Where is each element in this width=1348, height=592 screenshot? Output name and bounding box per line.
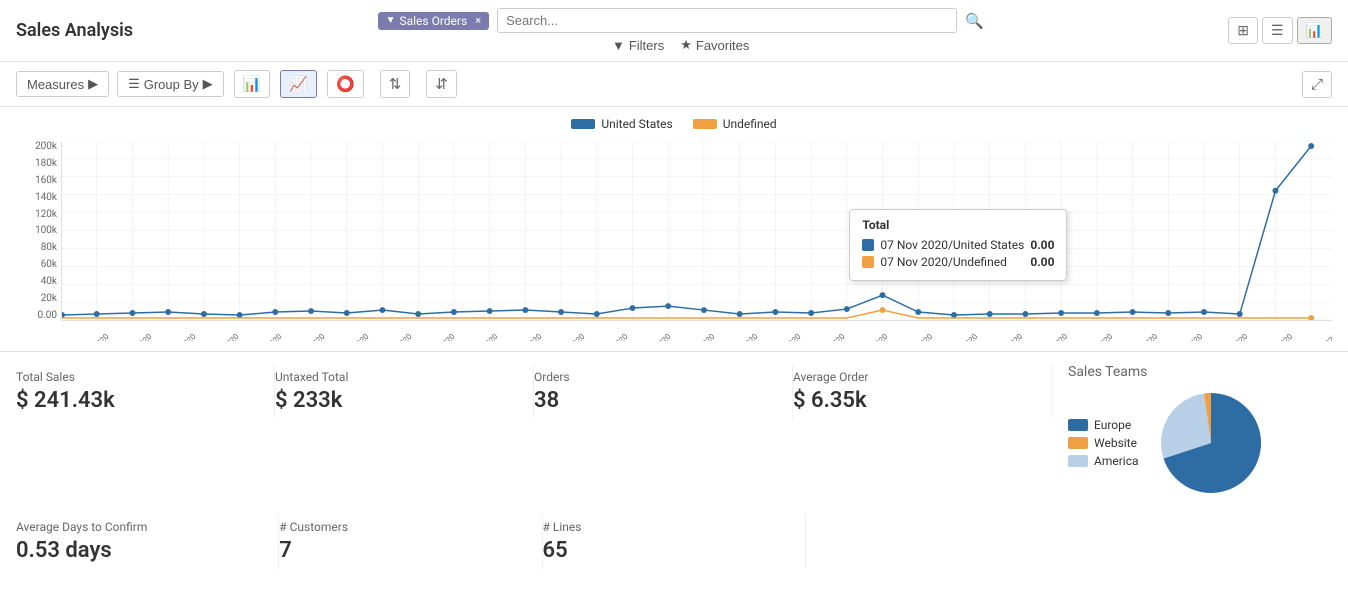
measures-button[interactable]: Measures ▶ <box>16 71 109 97</box>
untaxed-total-value: $ 233k <box>275 388 517 413</box>
metrics-row-1: Total Sales $ 241.43k Untaxed Total $ 23… <box>0 351 1348 510</box>
untaxed-total-label: Untaxed Total <box>275 370 517 384</box>
tooltip-label-us: 07 Nov 2020/United States <box>880 238 1024 252</box>
tooltip-color-us <box>862 239 874 251</box>
avg-days-value: 0.53 days <box>16 538 262 563</box>
view-list-button[interactable]: ☰ <box>1262 17 1293 44</box>
pie-legend-label-america: America <box>1094 454 1139 468</box>
expand-button[interactable]: ⤢ <box>1302 71 1332 98</box>
search-button[interactable]: 🔍 <box>965 12 984 30</box>
chart-legend: United States Undefined <box>16 117 1332 131</box>
pie-chart-button[interactable]: ⭕ <box>327 70 364 98</box>
filter-funnel-icon: ▼ <box>612 38 625 53</box>
customers-label: # Customers <box>279 520 525 534</box>
pie-legend-europe: Europe <box>1068 418 1139 432</box>
tooltip-color-undefined <box>862 256 874 268</box>
filter-tag[interactable]: ▼ Sales Orders × <box>378 12 490 30</box>
avg-days-label: Average Days to Confirm <box>16 520 262 534</box>
tooltip-title: Total <box>862 218 1054 232</box>
metric-customers: # Customers 7 <box>279 514 542 569</box>
pie-area: Europe Website America <box>1068 388 1332 498</box>
sales-teams-block: Sales Teams Europe Website America <box>1052 364 1332 498</box>
chart-svg <box>62 141 1332 320</box>
customers-value: 7 <box>279 538 525 563</box>
filter-icon: ▼ <box>386 15 396 26</box>
tooltip-value-undefined: 0.00 <box>1030 255 1054 269</box>
groupby-chevron-icon: ▶ <box>203 76 213 92</box>
total-sales-value: $ 241.43k <box>16 388 258 413</box>
group-by-button[interactable]: ☰ Group By ▶ <box>117 71 224 97</box>
orders-value: 38 <box>534 388 776 413</box>
pie-legend: Europe Website America <box>1068 418 1139 468</box>
list-icon: ☰ <box>128 76 140 92</box>
orders-label: Orders <box>534 370 776 384</box>
filter-row: ▼ Filters ★ Favorites <box>612 37 749 53</box>
page-title: Sales Analysis <box>16 20 133 41</box>
metric-avg-days: Average Days to Confirm 0.53 days <box>16 514 279 569</box>
legend-color-us <box>571 119 595 129</box>
view-chart-button[interactable]: 📊 <box>1297 17 1332 44</box>
header-center: ▼ Sales Orders × 🔍 ▼ Filters ★ Favorites <box>145 8 1216 53</box>
legend-color-undefined <box>693 119 717 129</box>
line-chart-button[interactable]: 📈 <box>280 70 317 98</box>
sort-asc-button[interactable]: ⇅ <box>380 70 411 98</box>
pie-legend-color-america <box>1068 455 1088 467</box>
sales-teams-title: Sales Teams <box>1068 364 1332 380</box>
legend-label-undefined: Undefined <box>723 117 777 131</box>
lines-value: 65 <box>543 538 789 563</box>
pie-chart-svg <box>1151 388 1271 498</box>
filters-button[interactable]: ▼ Filters <box>612 38 664 53</box>
pie-legend-label-europe: Europe <box>1094 418 1131 432</box>
average-order-value: $ 6.35k <box>793 388 1035 413</box>
metric-untaxed-total: Untaxed Total $ 233k <box>275 364 534 419</box>
tooltip-label-undefined: 07 Nov 2020/Undefined <box>880 255 1006 269</box>
sort-desc-button[interactable]: ⇵ <box>426 70 457 98</box>
total-sales-label: Total Sales <box>16 370 258 384</box>
y-axis: 200k 180k 160k 140k 120k 100k 80k 60k 40… <box>16 141 61 321</box>
bar-chart-button[interactable]: 📊 <box>234 70 271 98</box>
pie-legend-america: America <box>1068 454 1139 468</box>
favorites-button[interactable]: ★ Favorites <box>680 37 749 53</box>
star-icon: ★ <box>680 37 692 53</box>
tooltip-row-undefined: 07 Nov 2020/Undefined 0.00 <box>862 255 1054 269</box>
search-row: ▼ Sales Orders × 🔍 <box>378 8 984 33</box>
chart-container: 200k 180k 160k 140k 120k 100k 80k 60k 40… <box>16 141 1332 341</box>
chart-plot: Total 07 Nov 2020/United States 0.00 07 … <box>61 141 1332 321</box>
metrics-row-2: Average Days to Confirm 0.53 days # Cust… <box>0 510 1348 581</box>
header-right: ⊞ ☰ 📊 <box>1228 17 1332 44</box>
filter-tag-label: Sales Orders <box>399 14 467 28</box>
legend-item-us: United States <box>571 117 672 131</box>
pie-legend-label-website: Website <box>1094 436 1137 450</box>
view-kanban-button[interactable]: ⊞ <box>1228 17 1258 44</box>
measures-chevron-icon: ▶ <box>88 76 98 92</box>
metric-total-sales: Total Sales $ 241.43k <box>16 364 275 419</box>
metric-orders: Orders 38 <box>534 364 793 419</box>
pie-legend-website: Website <box>1068 436 1139 450</box>
tooltip-row-us: 07 Nov 2020/United States 0.00 <box>862 238 1054 252</box>
legend-item-undefined: Undefined <box>693 117 777 131</box>
metric-lines: # Lines 65 <box>543 514 806 569</box>
average-order-label: Average Order <box>793 370 1035 384</box>
lines-label: # Lines <box>543 520 789 534</box>
metric-average-order: Average Order $ 6.35k <box>793 364 1052 419</box>
page-header: Sales Analysis ▼ Sales Orders × 🔍 ▼ Filt… <box>0 0 1348 62</box>
pie-legend-color-europe <box>1068 419 1088 431</box>
tooltip-value-us: 0.00 <box>1030 238 1054 252</box>
x-axis: 13 Oct 2020 14 Oct 2020 15 Oct 2020 16 O… <box>61 321 1332 341</box>
filter-tag-close[interactable]: × <box>475 14 481 27</box>
chart-area: United States Undefined 200k 180k 160k 1… <box>0 107 1348 351</box>
search-input[interactable] <box>497 8 957 33</box>
toolbar: Measures ▶ ☰ Group By ▶ 📊 📈 ⭕ ⇅ ⇵ ⤢ <box>0 62 1348 107</box>
pie-legend-color-website <box>1068 437 1088 449</box>
legend-label-us: United States <box>601 117 672 131</box>
chart-tooltip: Total 07 Nov 2020/United States 0.00 07 … <box>849 209 1067 281</box>
